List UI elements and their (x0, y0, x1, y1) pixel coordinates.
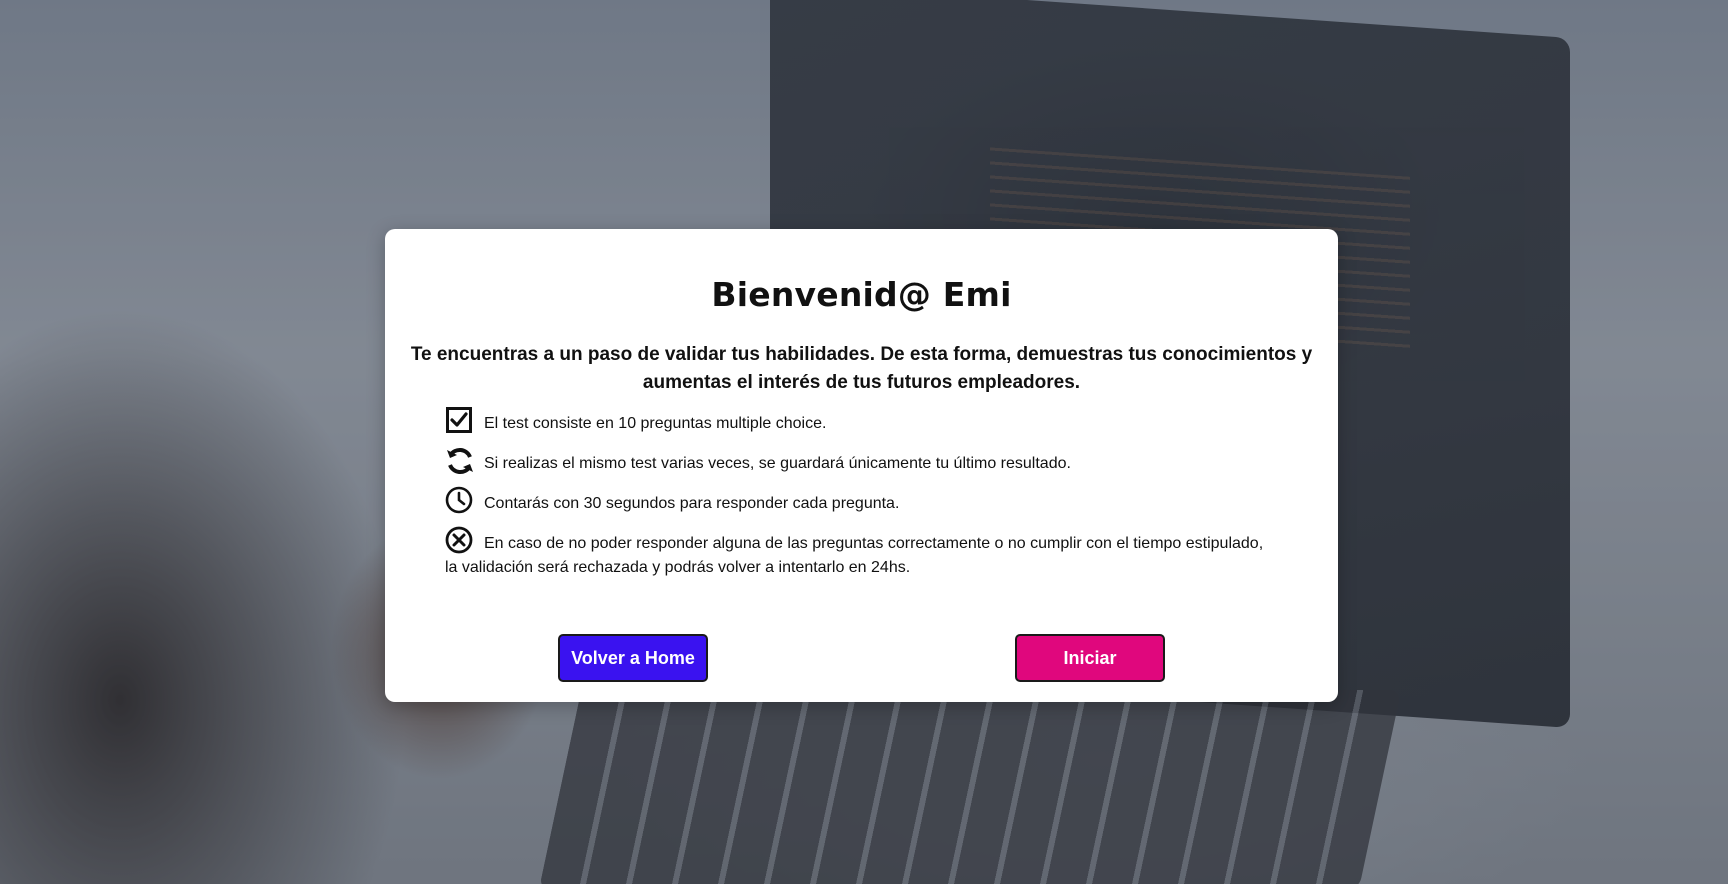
modal-lead-text: Te encuentras a un paso de validar tus h… (410, 344, 1313, 393)
checkbox-icon (445, 406, 473, 434)
rule-text: Si realizas el mismo test varias veces, … (484, 455, 1071, 472)
clock-icon (445, 486, 473, 514)
rule-item: El test consiste en 10 preguntas multipl… (445, 407, 1278, 440)
refresh-icon (445, 446, 473, 475)
close-circle-icon (445, 526, 473, 554)
rules-list: El test consiste en 10 preguntas multipl… (445, 407, 1278, 592)
rule-item: Contarás con 30 segundos para responder … (445, 486, 1278, 520)
rule-text: En caso de no poder responder alguna de … (445, 535, 1264, 576)
rule-item: En caso de no poder responder alguna de … (445, 526, 1278, 580)
rule-text: Contarás con 30 segundos para responder … (484, 495, 900, 512)
rule-item: Si realizas el mismo test varias veces, … (445, 447, 1278, 480)
welcome-modal: Bienvenid@ Emi Te encuentras a un paso d… (385, 229, 1338, 702)
start-button[interactable]: Iniciar (1015, 634, 1165, 682)
modal-title: Bienvenid@ Emi (711, 275, 1012, 314)
back-home-button[interactable]: Volver a Home (558, 634, 708, 682)
rule-text: El test consiste en 10 preguntas multipl… (484, 415, 827, 432)
